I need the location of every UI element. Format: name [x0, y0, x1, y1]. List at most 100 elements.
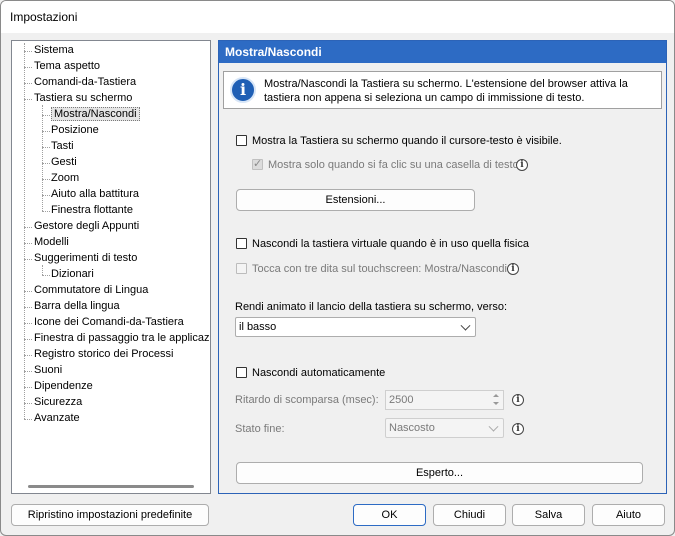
spin-up-icon[interactable]: [490, 392, 502, 400]
tree-item[interactable]: Tema aspetto: [34, 59, 100, 74]
tree-item[interactable]: Posizione: [51, 123, 99, 138]
tree-item[interactable]: Dipendenze: [34, 379, 93, 394]
spin-down-icon[interactable]: [490, 400, 502, 408]
tree-item[interactable]: Finestra flottante: [51, 203, 133, 218]
tree-guide-line: [24, 355, 32, 356]
tree-guide-line: [24, 403, 32, 404]
tree-item[interactable]: Sicurezza: [34, 395, 82, 410]
help-button[interactable]: Aiuto: [592, 504, 665, 526]
tree-guide-line: [24, 67, 32, 68]
tree-item-label: Posizione: [51, 124, 99, 136]
tree-item-label: Finestra flottante: [51, 204, 133, 216]
tree-guide-line: [24, 243, 32, 244]
auto-hide-label[interactable]: Nascondi automaticamente: [252, 366, 385, 380]
tree-item[interactable]: Icone dei Comandi-da-Tastiera: [34, 315, 184, 330]
horizontal-scrollbar[interactable]: [28, 485, 194, 488]
tree-item[interactable]: Modelli: [34, 235, 69, 250]
tree-item-label: Mostra/Nascondi: [51, 107, 140, 121]
help-icon[interactable]: i: [507, 263, 519, 275]
info-text: Mostra/Nascondi la Tastiera su schermo. …: [264, 78, 628, 104]
tree-item-label: Gestore degli Appunti: [34, 220, 140, 232]
settings-window: Impostazioni Sistema Tema aspetto Comandi-…: [0, 0, 675, 536]
tree-item-label: Dipendenze: [34, 380, 93, 392]
tree-item[interactable]: Zoom: [51, 171, 79, 186]
tree-guide-line: [24, 51, 32, 52]
tree-item-label: Zoom: [51, 172, 80, 184]
end-state-select[interactable]: Nascosto: [385, 418, 504, 438]
help-icon[interactable]: i: [516, 159, 528, 171]
reset-defaults-button[interactable]: Ripristino impostazioni predefinite: [11, 504, 209, 526]
tree-item-label: Gesti: [51, 156, 77, 168]
end-state-value: Nascosto: [389, 422, 435, 434]
three-finger-label: Tocca con tre dita sul touchscreen: Most…: [252, 263, 507, 275]
tree-item-label: Sicurezza: [34, 396, 83, 408]
info-box: i Mostra/Nascondi la Tastiera su schermo…: [223, 71, 662, 109]
tree-guide-line: [42, 265, 43, 275]
tree-item[interactable]: Mostra/Nascondi: [51, 107, 140, 122]
show-on-click-checkbox[interactable]: ✓: [252, 158, 263, 170]
tree-item[interactable]: Registro storico dei Processi: [34, 347, 173, 362]
settings-panel: Mostra/Nascondi i Mostra/Nascondi la Tas…: [218, 40, 667, 494]
panel-header: Mostra/Nascondi: [219, 41, 666, 63]
tree-item-label: Barra della lingua: [34, 300, 120, 312]
extensions-button[interactable]: Estensioni...: [236, 189, 475, 211]
tree-item[interactable]: Gestore degli Appunti: [34, 219, 139, 234]
tree-item[interactable]: Suggerimenti di testo: [34, 251, 137, 266]
delay-value: 2500: [389, 394, 414, 406]
tree-guide-line: [24, 419, 32, 420]
help-icon[interactable]: i: [512, 423, 524, 435]
tree-item-label: Tema aspetto: [34, 60, 101, 72]
tree-item-label: Suggerimenti di testo: [34, 252, 138, 264]
tree-item-label: Comandi-da-Tastiera: [34, 76, 137, 88]
tree-item-label: Tastiera su schermo: [34, 92, 133, 104]
delay-label: Ritardo di scomparsa (msec):: [235, 394, 379, 406]
tree-item[interactable]: Sistema: [34, 43, 74, 58]
tree-item[interactable]: Dizionari: [51, 267, 94, 282]
show-on-cursor-label[interactable]: Mostra la Tastiera su schermo quando il …: [252, 134, 562, 148]
show-on-click-label: Mostra solo quando si fa clic su una cas…: [268, 159, 519, 171]
help-icon[interactable]: i: [512, 394, 524, 406]
hide-when-physical-checkbox[interactable]: [236, 238, 247, 249]
chevron-down-icon: [460, 320, 471, 331]
expert-button[interactable]: Esperto...: [236, 462, 643, 484]
tree-guide-line: [42, 147, 50, 148]
tree-item-label: Commutatore di Lingua: [34, 284, 149, 296]
hide-when-physical-label[interactable]: Nascondi la tastiera virtuale quando è i…: [252, 237, 529, 251]
tree-item[interactable]: Aiuto alla battitura: [51, 187, 139, 202]
delay-spinbox[interactable]: 2500: [385, 390, 504, 410]
tree-guide-line: [42, 211, 50, 212]
close-button[interactable]: Chiudi: [433, 504, 506, 526]
chevron-down-icon: [488, 421, 499, 432]
tree-item[interactable]: Commutatore di Lingua: [34, 283, 148, 298]
auto-hide-checkbox[interactable]: [236, 367, 247, 378]
animate-label: Rendi animato il lancio della tastiera s…: [235, 301, 508, 313]
tree-guide-line: [24, 291, 32, 292]
tree-item[interactable]: Gesti: [51, 155, 77, 170]
title-bar: Impostazioni: [1, 1, 674, 33]
tree-item[interactable]: Avanzate: [34, 411, 80, 426]
animate-direction-value: il basso: [239, 321, 277, 333]
tree-guide-line: [24, 259, 32, 260]
settings-tree[interactable]: Sistema Tema aspetto Comandi-da-Tastiera Ta…: [11, 40, 211, 494]
tree-guide-line: [24, 307, 32, 308]
tree-guide-line: [24, 371, 32, 372]
tree-item[interactable]: Finestra di passaggio tra le applicazion…: [34, 331, 210, 346]
animate-direction-select[interactable]: il basso: [235, 317, 476, 337]
tree-item[interactable]: Tastiera su schermo: [34, 91, 132, 106]
tree-item-label: Suoni: [34, 364, 63, 376]
tree-item[interactable]: Tasti: [51, 139, 74, 154]
ok-button[interactable]: OK: [353, 504, 426, 526]
tree-guide-line: [24, 387, 32, 388]
tree-guide-line: [42, 115, 50, 116]
save-button[interactable]: Salva: [512, 504, 585, 526]
tree-item[interactable]: Barra della lingua: [34, 299, 120, 314]
tree-guide-line: [42, 131, 50, 132]
tree-item[interactable]: Comandi-da-Tastiera: [34, 75, 136, 90]
tree-item-label: Sistema: [34, 44, 74, 56]
tree-guide-line: [24, 83, 32, 84]
tree-guide-line: [42, 275, 50, 276]
tree-item[interactable]: Suoni: [34, 363, 62, 378]
show-on-cursor-checkbox[interactable]: [236, 135, 247, 146]
three-finger-checkbox[interactable]: [236, 263, 247, 274]
tree-item-label: Modelli: [34, 236, 69, 248]
